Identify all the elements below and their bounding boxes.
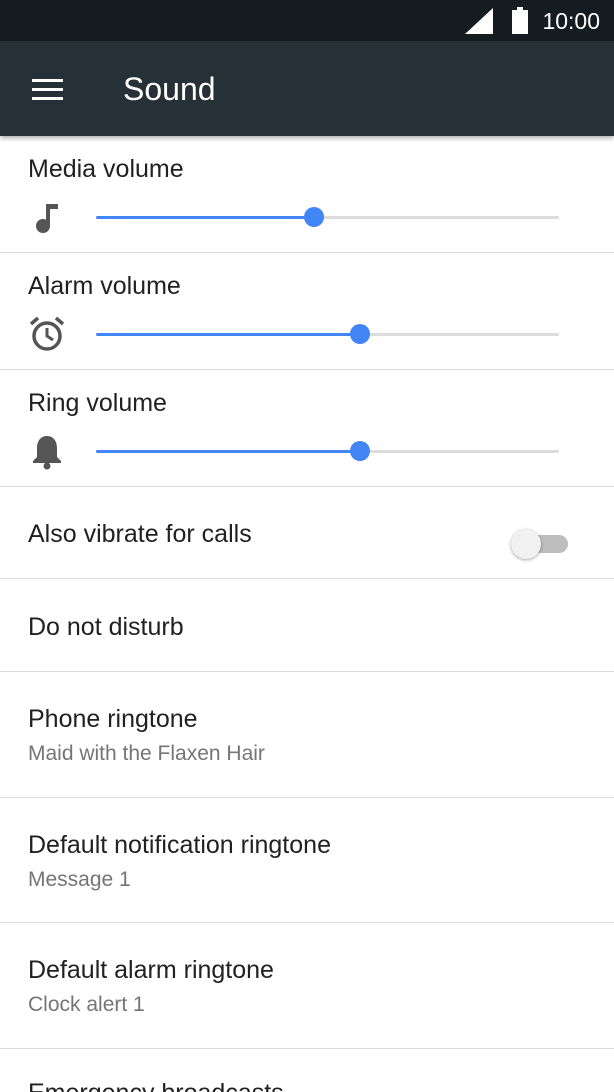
alarm-volume-slider[interactable] <box>96 324 559 344</box>
ring-volume-slider[interactable] <box>96 441 559 461</box>
status-time: 10:00 <box>542 8 600 34</box>
ring-volume-row: Ring volume <box>0 370 614 487</box>
emergency-broadcasts-label: Emergency broadcasts <box>28 1078 284 1092</box>
status-bar: 10:00 <box>0 0 614 41</box>
ring-volume-label: Ring volume <box>28 389 167 417</box>
hamburger-menu-icon[interactable] <box>32 79 63 100</box>
vibrate-toggle[interactable] <box>511 529 569 559</box>
phone-ringtone-label: Phone ringtone <box>28 705 198 733</box>
notification-ringtone-summary: Message 1 <box>28 868 131 891</box>
alarm-ringtone-summary: Clock alert 1 <box>28 993 145 1016</box>
music-note-icon <box>36 204 58 233</box>
vibrate-row[interactable]: Also vibrate for calls <box>0 487 614 579</box>
do-not-disturb-row[interactable]: Do not disturb <box>0 579 614 672</box>
alarm-ringtone-label: Default alarm ringtone <box>28 956 274 984</box>
vibrate-toggle-thumb <box>511 529 541 559</box>
vibrate-label: Also vibrate for calls <box>28 520 252 548</box>
media-volume-row: Media volume <box>0 136 614 253</box>
ring-volume-fill <box>96 450 360 453</box>
ring-volume-thumb[interactable] <box>349 441 370 461</box>
alarm-volume-row: Alarm volume <box>0 253 614 370</box>
emergency-broadcasts-row[interactable]: Emergency broadcasts <box>0 1049 614 1092</box>
bell-icon <box>33 436 61 470</box>
notification-ringtone-label: Default notification ringtone <box>28 831 331 859</box>
battery-full-icon <box>512 7 528 34</box>
media-volume-thumb[interactable] <box>303 207 324 227</box>
alarm-volume-thumb[interactable] <box>349 324 370 344</box>
alarm-volume-fill <box>96 333 360 336</box>
alarm-clock-icon <box>29 316 65 351</box>
notification-ringtone-row[interactable]: Default notification ringtone Message 1 <box>0 798 614 923</box>
media-volume-label: Media volume <box>28 155 184 183</box>
phone-ringtone-summary: Maid with the Flaxen Hair <box>28 742 265 765</box>
alarm-ringtone-row[interactable]: Default alarm ringtone Clock alert 1 <box>0 923 614 1049</box>
page-title: Sound <box>123 71 216 107</box>
app-bar: Sound <box>0 41 614 136</box>
alarm-volume-label: Alarm volume <box>28 272 181 300</box>
media-volume-slider[interactable] <box>96 207 559 227</box>
media-volume-fill <box>96 216 314 219</box>
cell-signal-icon <box>465 8 493 34</box>
do-not-disturb-label: Do not disturb <box>28 613 184 641</box>
phone-ringtone-row[interactable]: Phone ringtone Maid with the Flaxen Hair <box>0 672 614 798</box>
